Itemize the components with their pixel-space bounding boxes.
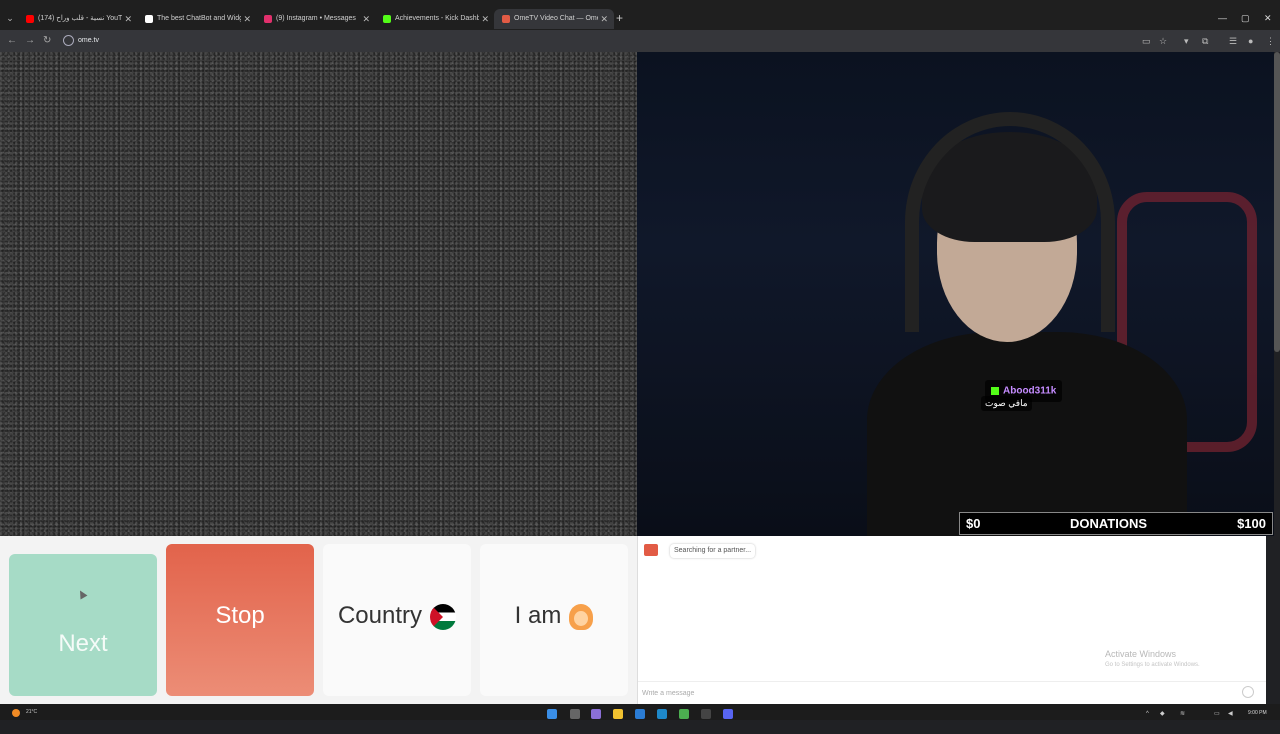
- tray-chevron-icon[interactable]: ^: [1146, 710, 1149, 718]
- tab-title: نسية - قلب وراح (174) YouTube: [38, 15, 122, 22]
- youtube-icon: [26, 15, 34, 23]
- ometv-icon: [502, 15, 510, 23]
- emoji-icon[interactable]: [1242, 686, 1254, 698]
- file-explorer-icon[interactable]: [613, 709, 623, 719]
- store-icon[interactable]: [635, 709, 645, 719]
- minimize-icon[interactable]: —: [1218, 12, 1227, 24]
- tab-title: OmeTV Video Chat — Ome: [514, 15, 598, 22]
- tray-app-icon[interactable]: ◆: [1160, 710, 1165, 718]
- streamer-username: Abood311k: [1003, 385, 1057, 397]
- ometv-logo-icon: [644, 544, 658, 556]
- tab-ometv[interactable]: OmeTV Video Chat — Ome ✕: [494, 9, 614, 29]
- copilot-icon[interactable]: [591, 709, 601, 719]
- stop-button[interactable]: Stop: [166, 544, 314, 696]
- tab-kick[interactable]: Achievements - Kick Dashboard ✕: [375, 9, 495, 29]
- next-button[interactable]: Next: [9, 554, 157, 696]
- display-icon[interactable]: ▭: [1214, 710, 1220, 718]
- gender-button[interactable]: I am: [480, 544, 628, 696]
- extensions-puzzle-icon[interactable]: ⧉: [1202, 35, 1208, 47]
- donations-max: $100: [1237, 516, 1266, 531]
- menu-dots-icon[interactable]: ⋮: [1266, 35, 1275, 47]
- site-info-icon[interactable]: [63, 35, 74, 46]
- extension-icon[interactable]: ▾: [1184, 35, 1189, 47]
- activate-windows-title: Activate Windows: [1105, 649, 1177, 659]
- donations-min: $0: [966, 516, 981, 531]
- country-label: Country: [337, 602, 423, 629]
- kick-icon: [383, 15, 391, 23]
- message-input-area: [638, 681, 1266, 703]
- forward-icon[interactable]: →: [25, 35, 35, 47]
- maximize-icon[interactable]: ▢: [1241, 12, 1250, 24]
- message-input[interactable]: [642, 686, 1222, 700]
- streamer-body: [867, 332, 1187, 536]
- bookmark-star-icon[interactable]: ☆: [1159, 35, 1167, 47]
- obs-icon[interactable]: [701, 709, 711, 719]
- tab-search-icon[interactable]: ⌄: [4, 12, 16, 24]
- tab-title: The best ChatBot and Widgets: [157, 15, 241, 22]
- back-icon[interactable]: ←: [7, 35, 17, 47]
- kick-logo-icon: [991, 386, 999, 395]
- stop-label: Stop: [215, 602, 265, 629]
- jordan-flag-icon: [430, 603, 457, 630]
- iam-label: I am: [514, 602, 562, 629]
- browser-tab-strip: ⌄ نسية - قلب وراح (174) YouTube ✕ The be…: [0, 0, 1280, 32]
- tab-title: Achievements - Kick Dashboard: [395, 15, 479, 22]
- temperature: 21°C: [26, 709, 38, 715]
- chatbot-icon: [145, 15, 153, 23]
- task-view-icon[interactable]: [570, 709, 580, 719]
- country-button[interactable]: Country: [323, 544, 471, 696]
- tab-chatbot[interactable]: The best ChatBot and Widgets ✕: [137, 9, 257, 29]
- url-text[interactable]: ome.tv: [78, 36, 99, 46]
- donations-label: DONATIONS: [1070, 516, 1148, 531]
- cast-icon[interactable]: ▭: [1142, 35, 1151, 47]
- chat-panel: Searching for a partner... Activate Wind…: [637, 536, 1266, 704]
- new-tab-button[interactable]: +: [616, 11, 623, 25]
- streamer-subtitle: مافي صوت: [981, 396, 1032, 411]
- next-label: Next: [58, 630, 108, 657]
- close-tab-icon[interactable]: ✕: [600, 9, 608, 29]
- edge-icon[interactable]: [657, 709, 667, 719]
- weather-icon[interactable]: [12, 709, 20, 717]
- volume-icon[interactable]: ◀: [1228, 710, 1233, 718]
- page-scrollbar[interactable]: [1274, 52, 1280, 352]
- headset: [905, 112, 1115, 332]
- woman-emoji-icon: [569, 603, 594, 630]
- start-icon[interactable]: [547, 709, 557, 719]
- partner-video-static: [0, 52, 637, 536]
- tab-title: (9) Instagram • Messages: [276, 15, 356, 22]
- close-tab-icon[interactable]: ✕: [243, 9, 251, 29]
- tab-youtube[interactable]: نسية - قلب وراح (174) YouTube ✕: [18, 9, 138, 29]
- close-tab-icon[interactable]: ✕: [124, 9, 132, 29]
- tab-instagram[interactable]: (9) Instagram • Messages ✕: [256, 9, 376, 29]
- reload-icon[interactable]: ↻: [43, 35, 51, 47]
- windows-taskbar: 21°C ^ ◆ ≋ ▭ ◀ 9:00 PM: [0, 704, 1280, 720]
- activate-windows-subtitle: Go to Settings to activate Windows.: [1105, 662, 1200, 668]
- profile-icon[interactable]: ●: [1248, 35, 1253, 47]
- discord-icon[interactable]: [723, 709, 733, 719]
- chat-controls: Next Stop Country I am: [0, 536, 637, 704]
- chrome-icon[interactable]: [679, 709, 689, 719]
- instagram-icon: [264, 15, 272, 23]
- clock-time[interactable]: 9:00 PM: [1248, 710, 1267, 716]
- address-bar: ← → ↻ ome.tv ▭ ☆ ▾ ⧉ ☰ ● ⋮: [0, 30, 1280, 52]
- close-window-icon[interactable]: ✕: [1264, 12, 1272, 24]
- wifi-icon[interactable]: ≋: [1180, 710, 1185, 718]
- chat-status-message: Searching for a partner...: [670, 544, 756, 558]
- close-tab-icon[interactable]: ✕: [362, 9, 370, 29]
- sidebar-icon[interactable]: ☰: [1229, 35, 1237, 47]
- close-tab-icon[interactable]: ✕: [481, 9, 489, 29]
- own-webcam-video: Abood311k مافي صوت: [637, 52, 1274, 536]
- donations-goal-bar: $0 DONATIONS $100: [959, 512, 1273, 535]
